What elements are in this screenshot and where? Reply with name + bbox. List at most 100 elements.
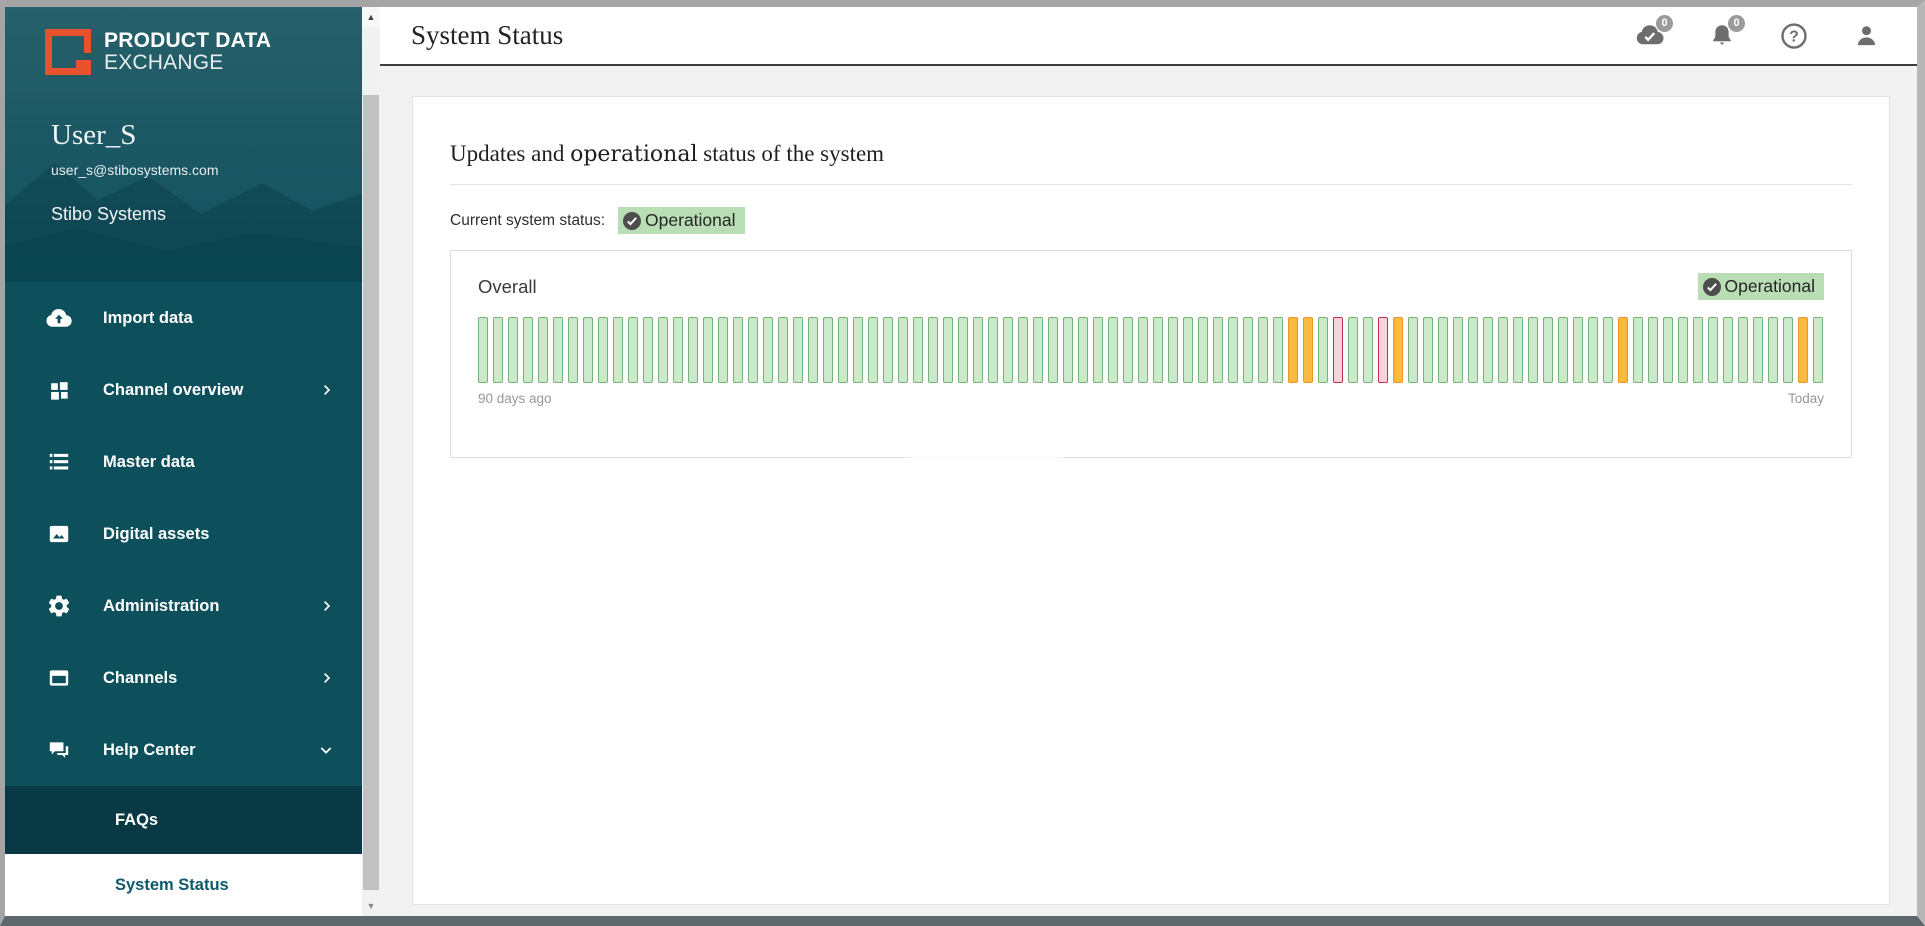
status-bar-ok[interactable] xyxy=(1573,317,1583,383)
status-bar-ok[interactable] xyxy=(793,317,803,383)
status-bar-ok[interactable] xyxy=(1708,317,1718,383)
status-bar-ok[interactable] xyxy=(943,317,953,383)
sidebar-item-administration[interactable]: Administration xyxy=(5,570,362,642)
status-bar-ok[interactable] xyxy=(898,317,908,383)
status-bar-ok[interactable] xyxy=(808,317,818,383)
status-bar-ok[interactable] xyxy=(1018,317,1028,383)
sidebar-item-system-status[interactable]: System Status xyxy=(5,854,362,916)
status-bar-ok[interactable] xyxy=(538,317,548,383)
status-bar-ok[interactable] xyxy=(1603,317,1613,383)
status-bar-ok[interactable] xyxy=(1408,317,1418,383)
sidebar-item-channel-overview[interactable]: Channel overview xyxy=(5,354,362,426)
status-bar-ok[interactable] xyxy=(1183,317,1193,383)
status-bar-ok[interactable] xyxy=(613,317,623,383)
status-bar-ok[interactable] xyxy=(1213,317,1223,383)
sidebar-item-master-data[interactable]: Master data xyxy=(5,426,362,498)
status-bar-err[interactable] xyxy=(1333,317,1343,383)
status-bar-ok[interactable] xyxy=(1633,317,1643,383)
status-bar-warn[interactable] xyxy=(1303,317,1313,383)
status-bar-ok[interactable] xyxy=(1243,317,1253,383)
status-bar-err[interactable] xyxy=(1378,317,1388,383)
account-button[interactable] xyxy=(1851,21,1881,51)
status-bar-ok[interactable] xyxy=(643,317,653,383)
status-bar-ok[interactable] xyxy=(1738,317,1748,383)
status-bar-ok[interactable] xyxy=(1258,317,1268,383)
status-bar-ok[interactable] xyxy=(1648,317,1658,383)
status-bar-ok[interactable] xyxy=(1078,317,1088,383)
status-bar-ok[interactable] xyxy=(823,317,833,383)
status-bar-ok[interactable] xyxy=(1768,317,1778,383)
status-bar-ok[interactable] xyxy=(1423,317,1433,383)
status-bar-ok[interactable] xyxy=(838,317,848,383)
scrollbar-thumb[interactable] xyxy=(363,95,379,890)
scroll-down-button[interactable]: ▼ xyxy=(362,896,380,916)
status-bar-ok[interactable] xyxy=(508,317,518,383)
status-bar-ok[interactable] xyxy=(598,317,608,383)
tasks-button[interactable]: 0 xyxy=(1635,21,1665,51)
status-bar-ok[interactable] xyxy=(718,317,728,383)
sidebar-item-import-data[interactable]: Import data xyxy=(5,282,362,354)
status-bar-ok[interactable] xyxy=(583,317,593,383)
status-bar-ok[interactable] xyxy=(1063,317,1073,383)
status-bar-ok[interactable] xyxy=(553,317,563,383)
status-bar-ok[interactable] xyxy=(1813,317,1823,383)
status-bar-ok[interactable] xyxy=(1003,317,1013,383)
status-bar-ok[interactable] xyxy=(1753,317,1763,383)
scroll-up-button[interactable]: ▲ xyxy=(362,7,380,27)
status-bar-ok[interactable] xyxy=(1513,317,1523,383)
status-bar-ok[interactable] xyxy=(1543,317,1553,383)
status-bar-ok[interactable] xyxy=(763,317,773,383)
status-bar-ok[interactable] xyxy=(1198,317,1208,383)
sidebar-item-channels[interactable]: Channels xyxy=(5,642,362,714)
status-bar-ok[interactable] xyxy=(478,317,488,383)
status-bar-ok[interactable] xyxy=(988,317,998,383)
status-bar-ok[interactable] xyxy=(1783,317,1793,383)
status-bar-ok[interactable] xyxy=(778,317,788,383)
status-bar-ok[interactable] xyxy=(1363,317,1373,383)
status-bar-ok[interactable] xyxy=(1138,317,1148,383)
status-bar-ok[interactable] xyxy=(1558,317,1568,383)
status-bar-ok[interactable] xyxy=(1033,317,1043,383)
status-bar-ok[interactable] xyxy=(1528,317,1538,383)
status-bar-ok[interactable] xyxy=(1453,317,1463,383)
scrollbar-track[interactable] xyxy=(362,27,380,896)
status-bar-ok[interactable] xyxy=(1483,317,1493,383)
sidebar-item-help-center[interactable]: Help Center xyxy=(5,714,362,786)
status-bar-ok[interactable] xyxy=(1093,317,1103,383)
status-bar-ok[interactable] xyxy=(658,317,668,383)
status-bar-ok[interactable] xyxy=(1153,317,1163,383)
status-bar-ok[interactable] xyxy=(1348,317,1358,383)
status-bar-ok[interactable] xyxy=(1048,317,1058,383)
status-bar-ok[interactable] xyxy=(973,317,983,383)
status-bar-ok[interactable] xyxy=(733,317,743,383)
status-bar-ok[interactable] xyxy=(1588,317,1598,383)
status-bar-ok[interactable] xyxy=(1438,317,1448,383)
status-bar-ok[interactable] xyxy=(1663,317,1673,383)
status-bar-ok[interactable] xyxy=(1498,317,1508,383)
status-bar-ok[interactable] xyxy=(568,317,578,383)
status-bar-ok[interactable] xyxy=(673,317,683,383)
status-bar-ok[interactable] xyxy=(868,317,878,383)
help-button[interactable]: ? xyxy=(1779,21,1809,51)
notifications-button[interactable]: 0 xyxy=(1707,21,1737,51)
status-bar-ok[interactable] xyxy=(1678,317,1688,383)
status-bar-ok[interactable] xyxy=(628,317,638,383)
status-bar-ok[interactable] xyxy=(523,317,533,383)
status-bar-ok[interactable] xyxy=(748,317,758,383)
status-bar-ok[interactable] xyxy=(1723,317,1733,383)
status-bar-ok[interactable] xyxy=(913,317,923,383)
status-bar-ok[interactable] xyxy=(853,317,863,383)
status-bar-ok[interactable] xyxy=(1228,317,1238,383)
status-bar-ok[interactable] xyxy=(1693,317,1703,383)
status-bar-ok[interactable] xyxy=(883,317,893,383)
status-bar-ok[interactable] xyxy=(1108,317,1118,383)
status-bar-ok[interactable] xyxy=(928,317,938,383)
status-bar-ok[interactable] xyxy=(1273,317,1283,383)
status-bar-warn[interactable] xyxy=(1288,317,1298,383)
status-bar-ok[interactable] xyxy=(958,317,968,383)
status-bar-ok[interactable] xyxy=(493,317,503,383)
status-bar-ok[interactable] xyxy=(1318,317,1328,383)
status-bar-warn[interactable] xyxy=(1798,317,1808,383)
status-bar-warn[interactable] xyxy=(1618,317,1628,383)
status-bar-warn[interactable] xyxy=(1393,317,1403,383)
